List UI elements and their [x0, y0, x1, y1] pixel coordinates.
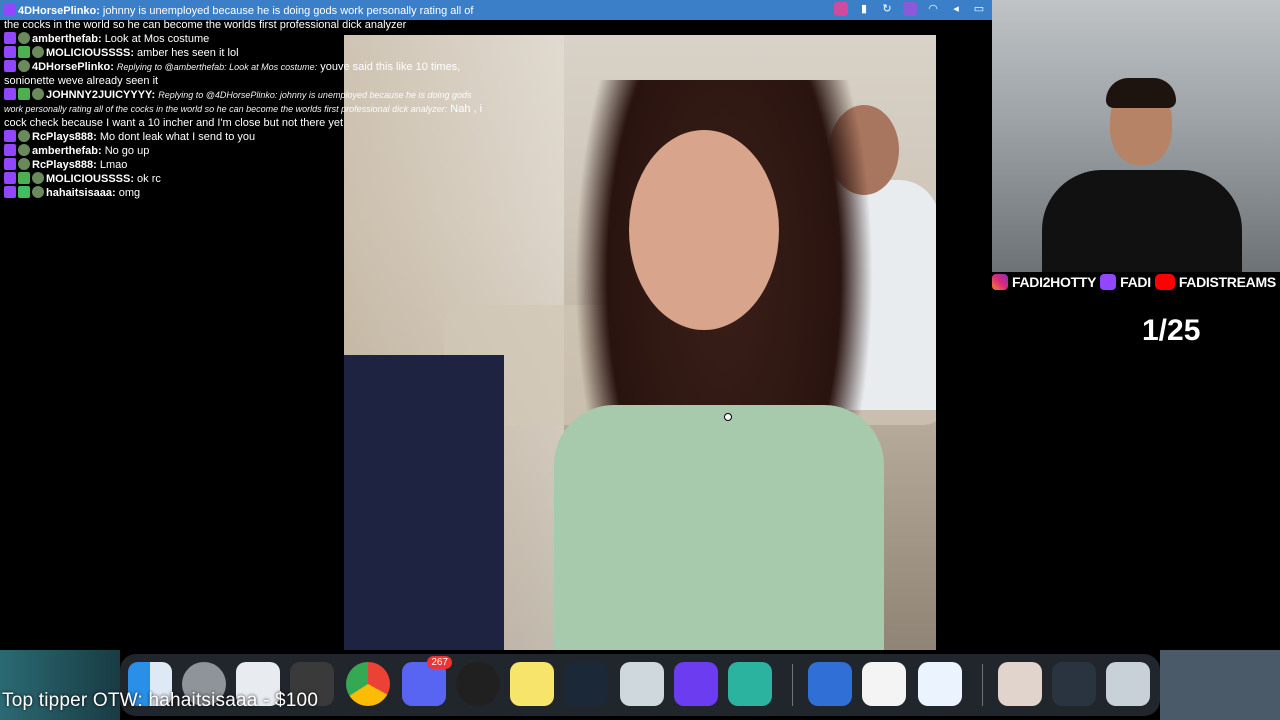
screenshot-icon[interactable] [1052, 662, 1096, 706]
chat-message: 4DHorsePlinko: Replying to @amberthefab: … [0, 60, 478, 88]
webcam-person-body [1042, 170, 1242, 272]
chat-text: Look at Mos costume [104, 33, 210, 45]
chat-username[interactable]: amberthefab: [32, 145, 102, 157]
twitch-badge-icon [4, 60, 16, 72]
chat-message: amberthefab: Look at Mos costume [0, 32, 490, 46]
steam-icon[interactable] [564, 662, 608, 706]
chat-text: ok rc [137, 173, 161, 185]
sub-badge-icon [18, 186, 30, 198]
emote-icon [18, 158, 30, 170]
twitch-badge-icon [4, 158, 16, 170]
app-icon-blue[interactable] [808, 662, 852, 706]
twitch-badge-icon [4, 46, 16, 58]
obs-icon[interactable] [456, 662, 500, 706]
chat-message: JOHNNY2JUICYYYY: Replying to @4DHorsePlin… [0, 88, 494, 130]
sub-badge-icon [18, 46, 30, 58]
chat-username[interactable]: 4DHorsePlinko: [18, 5, 100, 17]
twitch-badge-icon [4, 32, 16, 44]
chat-username[interactable]: amberthefab: [32, 33, 102, 45]
chat-username[interactable]: MOLICIOUSSSS: [46, 47, 134, 59]
chat-message: RcPlays888: Mo dont leak what I send to y… [0, 130, 490, 144]
emote-icon [32, 88, 44, 100]
youtube-handle: FADISTREAMS [1178, 274, 1276, 290]
wifi-icon[interactable]: ◠ [926, 2, 940, 16]
folder-icon[interactable] [998, 662, 1042, 706]
instagram-handle: FADI2HOTTY [1012, 274, 1097, 290]
audio-levels-icon[interactable]: ▮ [857, 2, 871, 16]
emote-icon [32, 172, 44, 184]
app-grid-icon[interactable] [674, 662, 718, 706]
chat-message: MOLICIOUSSSS: ok rc [0, 172, 490, 186]
chat-username[interactable]: hahaitsisaaa: [46, 187, 116, 199]
webcam-person-hair [1106, 78, 1176, 108]
menu-bar-tray: ▮ ↻ ◠ ◂ ▭ [834, 2, 986, 16]
discord-icon[interactable]: 267 [402, 656, 452, 706]
social-handles: FADI2HOTTY FADI FADISTREAMS [992, 272, 1280, 292]
emote-icon [32, 46, 44, 58]
chat-text: amber hes seen it lol [137, 47, 239, 59]
top-tipper-banner: Top tipper OTW: hahaitsisaaa - $100 [2, 690, 319, 711]
chat-message: hahaitsisaaa: omg [0, 186, 490, 200]
twitch-badge-icon [4, 4, 16, 16]
app-icon-q[interactable] [918, 662, 962, 706]
chat-panel: 4DHorsePlinko: johnny is unemployed becau… [0, 4, 490, 644]
twitch-badge-icon [4, 88, 16, 100]
chat-message: 4DHorsePlinko: johnny is unemployed becau… [0, 4, 490, 32]
twitch-handle: FADI [1120, 274, 1151, 290]
chat-username[interactable]: MOLICIOUSSSS: [46, 173, 134, 185]
chat-reply-context: Replying to @amberthefab: Look at Mos co… [116, 62, 318, 72]
emote-icon [18, 32, 30, 44]
chat-message: amberthefab: No go up [0, 144, 490, 158]
rating-counter: 1/25 [1142, 314, 1201, 347]
mouse-cursor [724, 413, 732, 421]
chat-app-icon[interactable] [620, 662, 664, 706]
app-status-icon[interactable] [834, 2, 848, 16]
twitch-badge-icon [4, 172, 16, 184]
photo-dress [554, 405, 884, 650]
chrome-icon[interactable] [346, 662, 390, 706]
sub-badge-icon [18, 88, 30, 100]
emote-icon [18, 144, 30, 156]
chat-message: RcPlays888: Lmao [0, 158, 490, 172]
emote-icon [18, 130, 30, 142]
webcam-feed [992, 0, 1280, 272]
chat-text: No go up [104, 145, 150, 157]
trash-icon[interactable] [1106, 662, 1150, 706]
twitch-badge-icon [4, 130, 16, 142]
notes-icon[interactable] [510, 662, 554, 706]
twitch-badge-icon [4, 144, 16, 156]
chat-username[interactable]: RcPlays888: [32, 131, 97, 143]
discord-notification-badge: 267 [427, 656, 452, 669]
dock-separator [982, 664, 983, 706]
dock-separator [792, 664, 793, 706]
instagram-icon [992, 274, 1008, 290]
display-icon[interactable]: ▭ [972, 2, 986, 16]
chat-message: MOLICIOUSSSS: amber hes seen it lol [0, 46, 490, 60]
chat-text: omg [118, 187, 141, 199]
sync-icon[interactable]: ↻ [880, 2, 894, 16]
emote-icon [18, 60, 30, 72]
photo-face [629, 130, 779, 330]
desktop-wallpaper-right [1160, 650, 1280, 720]
chat-username[interactable]: 4DHorsePlinko: [32, 61, 114, 73]
recording-icon[interactable] [903, 2, 917, 16]
chat-username[interactable]: RcPlays888: [32, 159, 97, 171]
emote-icon [32, 186, 44, 198]
volume-icon[interactable]: ◂ [949, 2, 963, 16]
youtube-icon [1154, 274, 1175, 290]
twitch-badge-icon [4, 186, 16, 198]
chat-username[interactable]: JOHNNY2JUICYYYY: [46, 89, 155, 101]
twitch-icon [1100, 274, 1117, 290]
app-icon-pink[interactable] [862, 662, 906, 706]
chat-text: Mo dont leak what I send to you [99, 131, 256, 143]
chat-text: Lmao [99, 159, 128, 171]
sub-badge-icon [18, 172, 30, 184]
audio-app-icon[interactable] [728, 662, 772, 706]
